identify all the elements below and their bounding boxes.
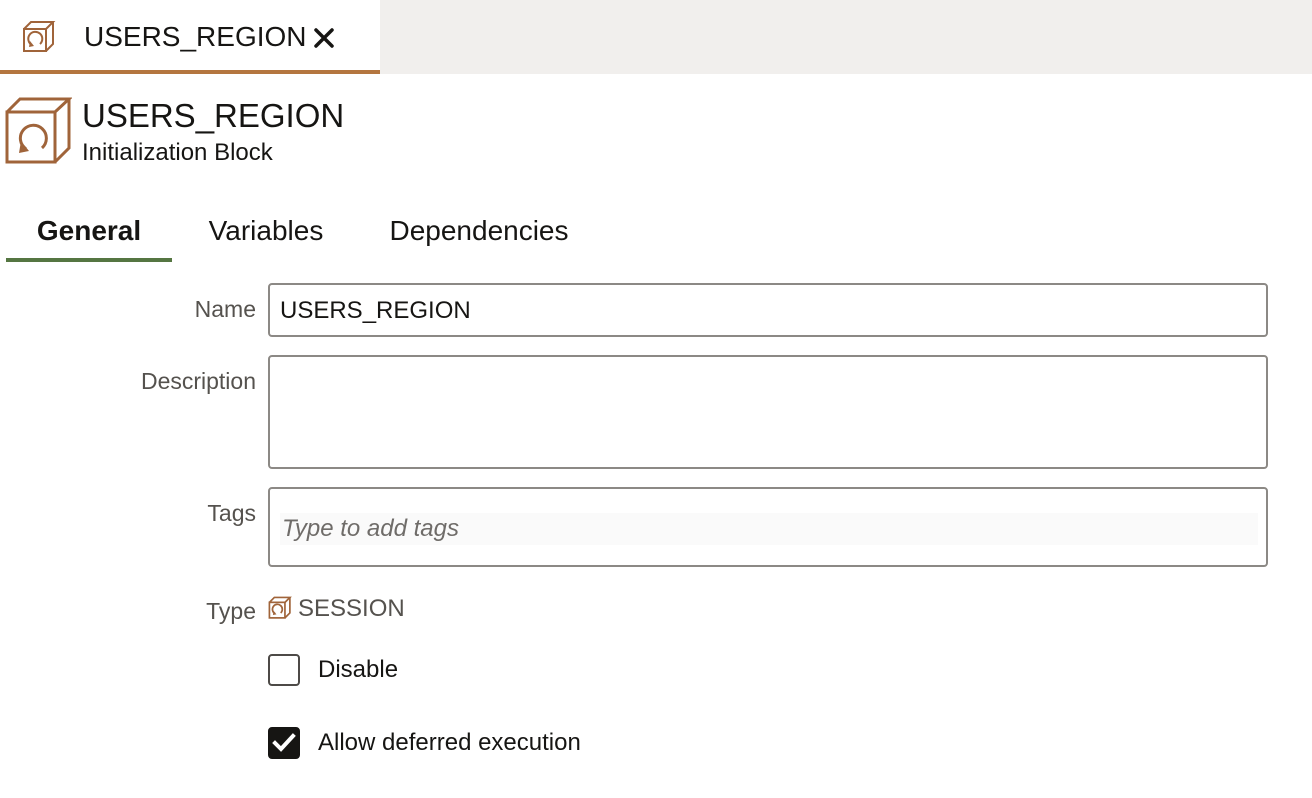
description-field[interactable] xyxy=(268,355,1268,469)
checkmark-icon xyxy=(272,733,296,752)
disable-label[interactable]: Disable xyxy=(318,656,398,684)
close-icon[interactable] xyxy=(310,24,338,52)
document-tab-bar: USERS_REGION xyxy=(0,0,1312,74)
name-label: Name xyxy=(194,296,256,322)
page-title: USERS_REGION xyxy=(82,97,345,134)
tab-variables[interactable]: Variables xyxy=(202,204,330,262)
type-value: SESSION xyxy=(298,595,405,622)
name-field[interactable]: USERS_REGION xyxy=(268,283,1268,337)
description-label: Description xyxy=(140,368,256,394)
tags-placeholder: Type to add tags xyxy=(282,515,459,542)
tags-field[interactable]: Type to add tags xyxy=(268,487,1268,567)
initialization-block-icon xyxy=(4,96,73,166)
tags-input[interactable]: Type to add tags xyxy=(280,513,1258,545)
allow-deferred-label[interactable]: Allow deferred execution xyxy=(318,729,581,757)
page-subtitle: Initialization Block xyxy=(82,139,273,166)
tab-dependencies[interactable]: Dependencies xyxy=(386,204,572,262)
allow-deferred-checkbox[interactable] xyxy=(268,727,300,759)
initialization-block-icon xyxy=(22,20,56,54)
type-label: Type xyxy=(206,598,256,624)
name-field-value: USERS_REGION xyxy=(280,297,471,324)
disable-checkbox[interactable] xyxy=(268,654,300,686)
tags-label: Tags xyxy=(207,500,256,526)
document-tab-title: USERS_REGION xyxy=(84,21,307,52)
initialization-block-icon xyxy=(268,596,292,620)
tab-general[interactable]: General xyxy=(6,204,172,262)
document-tab[interactable]: USERS_REGION xyxy=(0,0,380,74)
